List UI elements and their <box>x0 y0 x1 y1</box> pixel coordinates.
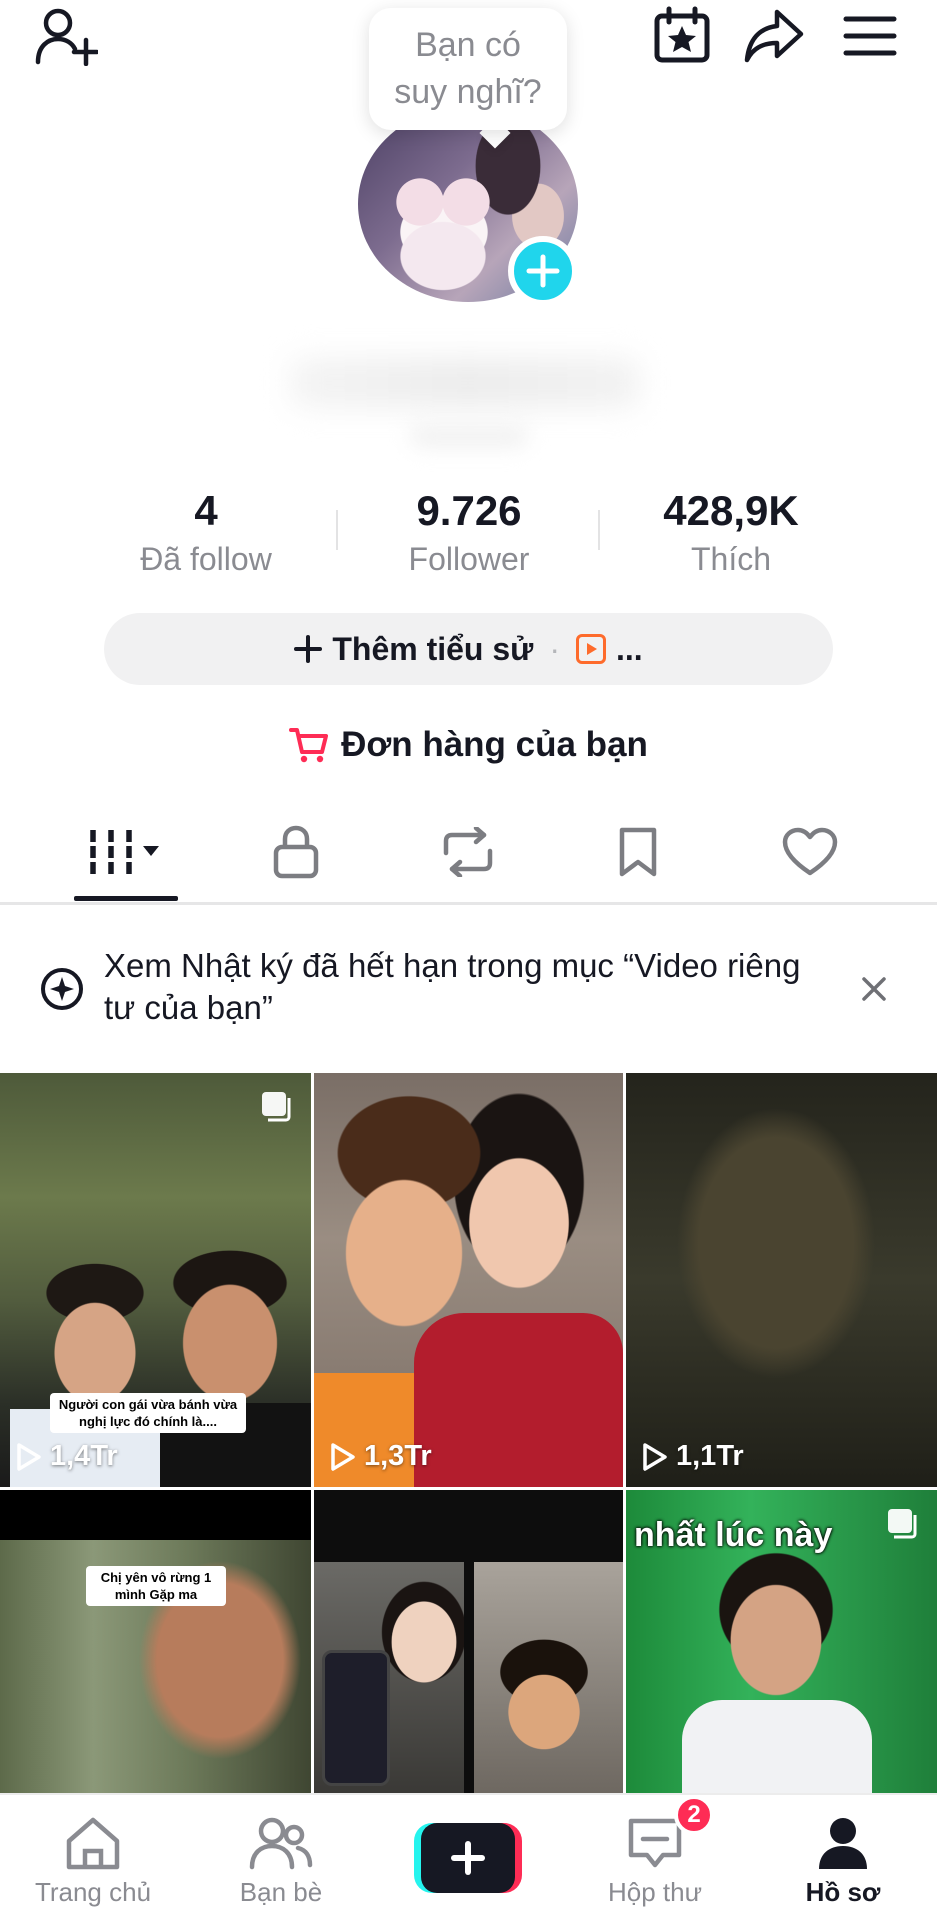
phone-shape <box>322 1650 390 1786</box>
video-caption: Người con gái vừa bánh vừa nghị lực đó c… <box>50 1393 246 1433</box>
prompt-line-2: suy nghĩ? <box>394 73 542 111</box>
add-user-button[interactable] <box>30 4 102 68</box>
video-caption: Chị yên vô rừng 1 mình Gặp ma <box>86 1566 226 1606</box>
bottom-navigation: Trang chủ Bạn bè Hộp thư 2 Hồ sơ <box>0 1793 937 1922</box>
create-icon <box>414 1823 522 1893</box>
nav-profile-label: Hồ sơ <box>805 1877 881 1907</box>
home-icon <box>66 1817 120 1870</box>
prompt-line-1: Bạn có <box>415 26 521 64</box>
tab-reposts[interactable] <box>428 816 508 888</box>
view-count-text: 1,3Tr <box>364 1440 432 1472</box>
orders-label: Đơn hàng của bạn <box>341 725 648 764</box>
video-thumbnail-6[interactable]: nhất lúc này <box>626 1490 937 1793</box>
top-black-band <box>0 1490 311 1540</box>
play-icon <box>331 1442 355 1471</box>
likes-label: Thích <box>690 541 772 577</box>
calendar-star-icon <box>654 6 710 63</box>
bookmark-icon <box>619 827 657 877</box>
menu-icon <box>843 16 897 56</box>
plus-icon <box>526 254 560 288</box>
video-thumbnail-2[interactable]: 1,3Tr <box>314 1073 623 1487</box>
tab-liked[interactable] <box>770 816 850 888</box>
sparkle-icon <box>41 968 83 1010</box>
bio-more: ... <box>615 630 643 667</box>
inbox-badge: 2 <box>674 1795 714 1835</box>
tab-saved[interactable] <box>598 816 678 888</box>
likes-count: 428,9K <box>663 487 799 534</box>
following-stat[interactable]: 4 Đã follow <box>96 486 316 579</box>
multi-photo-icon <box>262 1092 291 1122</box>
view-count-text: 1,4Tr <box>50 1440 118 1472</box>
view-count: 1,4Tr <box>16 1440 118 1473</box>
add-bio-button[interactable]: Thêm tiểu sử · ... <box>104 613 833 685</box>
following-label: Đã follow <box>140 541 272 577</box>
tab-videos[interactable] <box>74 816 178 888</box>
add-user-icon <box>35 8 98 66</box>
add-bio-label: Thêm tiểu sử <box>332 630 534 667</box>
shirt-shape <box>414 1313 623 1487</box>
play-icon <box>643 1442 667 1471</box>
play-icon <box>17 1442 41 1471</box>
add-story-button[interactable] <box>508 236 578 306</box>
stat-divider <box>336 510 338 550</box>
active-tab-indicator <box>74 896 178 901</box>
blurred-handle <box>410 425 528 447</box>
nav-home-label: Trang chủ <box>34 1877 152 1907</box>
friends-icon <box>249 1817 313 1870</box>
profile-icon <box>819 1818 867 1869</box>
notice-text: Xem Nhật ký đã hết hạn trong mục “Video … <box>104 947 801 1026</box>
view-count: 1,1Tr <box>642 1440 744 1473</box>
expired-diary-notice[interactable]: Xem Nhật ký đã hết hạn trong mục “Video … <box>0 905 937 1073</box>
nav-profile[interactable]: Hồ sơ <box>758 1795 928 1922</box>
video-thumbnail-4[interactable]: Chị yên vô rừng 1 mình Gặp ma <box>0 1490 311 1793</box>
nav-inbox-label: Hộp thư <box>607 1877 702 1907</box>
nav-friends[interactable]: Bạn bè <box>196 1795 366 1922</box>
close-icon[interactable] <box>860 975 888 1003</box>
repost-icon <box>443 827 493 877</box>
blurred-username <box>290 358 640 408</box>
likes-stat[interactable]: 428,9K Thích <box>621 486 841 579</box>
heart-icon <box>782 827 838 876</box>
share-icon <box>744 9 804 63</box>
overlay-text: nhất lúc này <box>634 1516 833 1554</box>
calendar-button[interactable] <box>650 4 714 66</box>
video-thumbnail-1[interactable]: Người con gái vừa bánh vừa nghị lực đó c… <box>0 1073 311 1487</box>
grid-icon <box>89 830 159 874</box>
view-count: 1,3Tr <box>330 1440 432 1473</box>
tab-private[interactable] <box>256 816 336 888</box>
followers-label: Follower <box>408 541 530 577</box>
cart-icon <box>289 728 329 763</box>
video-play-icon <box>575 634 606 664</box>
video-thumbnail-3[interactable]: 1,1Tr <box>626 1073 937 1487</box>
following-count: 4 <box>194 487 218 534</box>
followers-stat[interactable]: 9.726 Follower <box>359 486 579 579</box>
nav-home[interactable]: Trang chủ <box>8 1795 178 1922</box>
menu-button[interactable] <box>840 8 900 64</box>
nav-inbox[interactable]: Hộp thư <box>570 1795 740 1922</box>
stat-divider <box>598 510 600 550</box>
shirt-shape <box>682 1700 872 1793</box>
video-thumbnail-5[interactable] <box>314 1490 623 1793</box>
share-button[interactable] <box>742 6 806 66</box>
nav-friends-label: Bạn bè <box>239 1877 323 1907</box>
plus-icon <box>294 635 323 663</box>
orders-link[interactable]: Đơn hàng của bạn <box>0 720 937 770</box>
multi-photo-icon <box>888 1509 917 1539</box>
create-button[interactable] <box>414 1823 522 1893</box>
bio-separator: · <box>549 630 560 667</box>
lock-icon <box>273 825 319 879</box>
followers-count: 9.726 <box>416 487 522 534</box>
view-count-text: 1,1Tr <box>676 1440 744 1472</box>
video-panel-right <box>474 1562 623 1793</box>
note-prompt-bubble[interactable]: Bạn có suy nghĩ? <box>369 8 567 130</box>
